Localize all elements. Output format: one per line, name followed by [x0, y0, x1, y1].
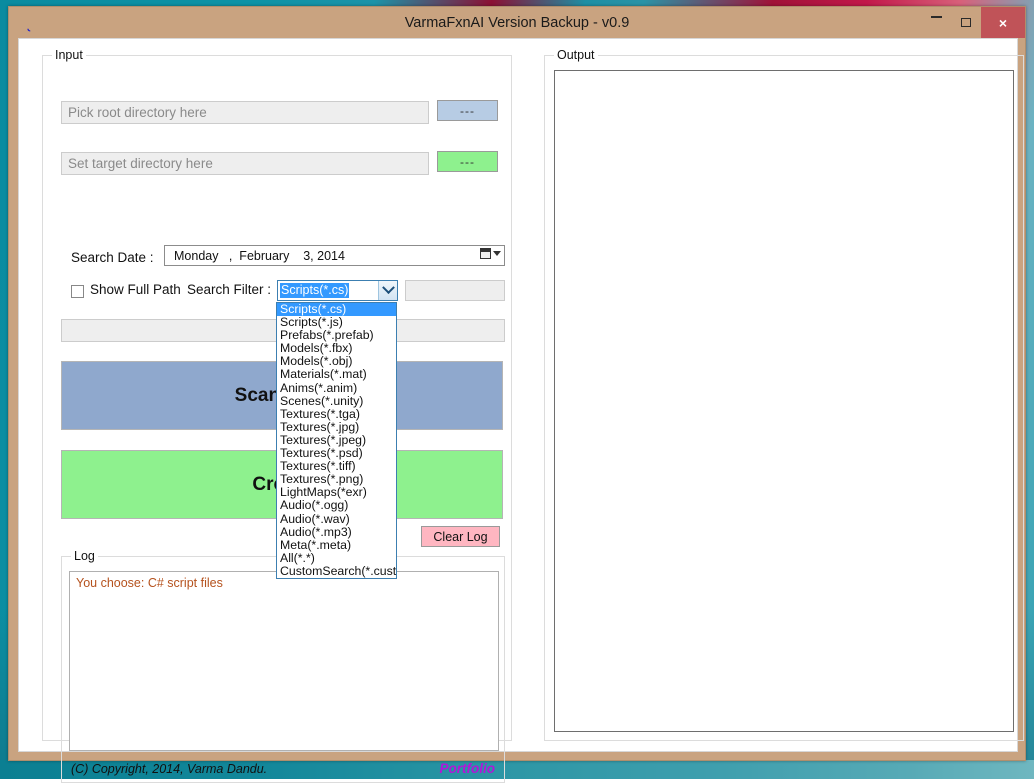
root-browse-button[interactable]: --- — [437, 100, 498, 121]
target-directory-input[interactable]: Set target directory here — [61, 152, 429, 175]
dropdown-option[interactable]: Scripts(*.cs) — [277, 303, 396, 317]
custom-filter-input[interactable] — [405, 280, 505, 301]
dropdown-option[interactable]: Textures(*.tga) — [277, 408, 396, 421]
target-browse-button[interactable]: --- — [437, 151, 498, 172]
dropdown-option[interactable]: Prefabs(*.prefab) — [277, 329, 396, 342]
search-date-picker[interactable]: Monday , February 3, 2014 — [164, 245, 505, 266]
combobox-arrow-button[interactable] — [378, 281, 397, 300]
log-group: Log You choose: C# script files (C) Copy… — [61, 549, 505, 783]
dropdown-option[interactable]: Models(*.obj) — [277, 355, 396, 368]
minimize-button[interactable] — [921, 7, 951, 38]
output-textarea[interactable] — [554, 70, 1014, 732]
application-window: ֖ VarmaFxnAI Version Backup - v0.9 × Inp… — [8, 6, 1026, 783]
log-group-title: Log — [71, 549, 98, 563]
dropdown-option[interactable]: Materials(*.mat) — [277, 368, 396, 381]
dropdown-option[interactable]: Meta(*.meta) — [277, 539, 396, 552]
dropdown-option[interactable]: Models(*.fbx) — [277, 342, 396, 355]
client-area: Input Pick root directory here --- Set t… — [18, 38, 1024, 783]
search-filter-selected-value: Scripts(*.cs) — [280, 283, 350, 298]
dropdown-option[interactable]: Scenes(*.unity) — [277, 395, 396, 408]
input-group-title: Input — [52, 48, 86, 62]
dropdown-option[interactable]: CustomSearch(*.customE — [277, 565, 396, 578]
search-date-label: Search Date : — [71, 250, 154, 265]
dropdown-option[interactable]: Textures(*.png) — [277, 473, 396, 486]
portfolio-link[interactable]: Portfolio — [440, 761, 496, 776]
show-full-path-label: Show Full Path — [90, 282, 181, 297]
search-filter-label: Search Filter : — [187, 282, 272, 297]
close-button[interactable]: × — [981, 7, 1025, 38]
chevron-down-icon — [493, 251, 501, 256]
maximize-button[interactable] — [951, 7, 981, 38]
log-textarea[interactable]: You choose: C# script files — [69, 571, 499, 751]
show-full-path-checkbox[interactable] — [71, 285, 84, 298]
dropdown-option[interactable]: Textures(*.jpg) — [277, 421, 396, 434]
title-bar[interactable]: ֖ VarmaFxnAI Version Backup - v0.9 × — [9, 7, 1025, 38]
dropdown-option[interactable]: Anims(*.anim) — [277, 382, 396, 395]
minimize-icon — [930, 16, 942, 18]
copyright-text: (C) Copyright, 2014, Varma Dandu. — [71, 762, 268, 776]
dropdown-option[interactable]: Audio(*.ogg) — [277, 499, 396, 512]
calendar-icon — [480, 248, 491, 259]
dropdown-option[interactable]: All(*.*) — [277, 552, 396, 565]
search-filter-dropdown-list[interactable]: Scripts(*.cs) Scripts(*.js) Prefabs(*.pref… — [276, 302, 397, 579]
maximize-icon — [961, 18, 971, 27]
chevron-down-icon — [381, 281, 395, 295]
dropdown-option[interactable]: Scripts(*.js) — [277, 316, 396, 329]
search-date-value: Monday , February 3, 2014 — [174, 248, 345, 263]
dropdown-option[interactable]: Audio(*.wav) — [277, 513, 396, 526]
dropdown-option[interactable]: Audio(*.mp3) — [277, 526, 396, 539]
output-group: Output — [544, 48, 1024, 741]
dropdown-option[interactable]: Textures(*.psd) — [277, 447, 396, 460]
date-dropdown-toggle[interactable] — [480, 248, 501, 259]
output-group-title: Output — [554, 48, 598, 62]
app-icon: ֖ — [17, 11, 41, 35]
dropdown-option[interactable]: Textures(*.tiff) — [277, 460, 396, 473]
root-directory-input[interactable]: Pick root directory here — [61, 101, 429, 124]
clear-log-button[interactable]: Clear Log — [421, 526, 500, 547]
window-title: VarmaFxnAI Version Backup - v0.9 — [404, 14, 630, 31]
dropdown-option[interactable]: LightMaps(*exr) — [277, 486, 396, 499]
window-controls: × — [921, 7, 1025, 38]
dropdown-option[interactable]: Textures(*.jpeg) — [277, 434, 396, 447]
search-filter-combobox[interactable]: Scripts(*.cs) — [277, 280, 398, 301]
